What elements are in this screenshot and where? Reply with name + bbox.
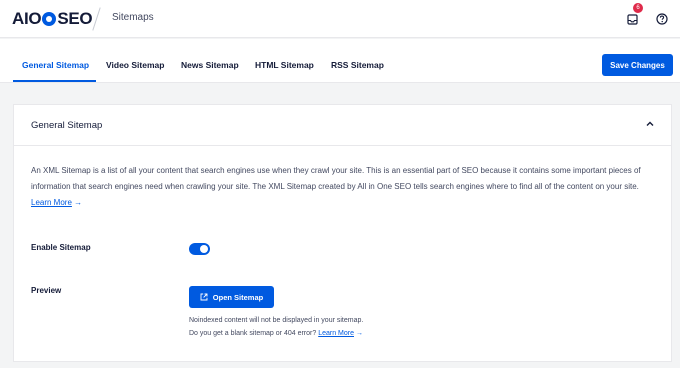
open-sitemap-label: Open Sitemap	[212, 292, 264, 302]
card-title: General Sitemap	[31, 120, 103, 131]
logo-text-seo: SEO	[57, 9, 93, 28]
blank-sitemap-note: Do you get a blank sitemap or 404 error?…	[189, 330, 363, 337]
notifications-button[interactable]: 6	[623, 3, 643, 28]
breadcrumb: Sitemaps	[112, 12, 154, 23]
card-header[interactable]: General Sitemap	[14, 105, 671, 146]
tab-news-sitemap[interactable]: News Sitemap	[181, 60, 239, 70]
description-text: An XML Sitemap is a list of all your con…	[31, 166, 641, 191]
general-sitemap-card: General Sitemap An XML Sitemap is a list…	[13, 104, 672, 362]
help-button[interactable]	[653, 10, 671, 28]
aioseo-logo[interactable]: AIO SEO	[12, 9, 93, 29]
tab-video-sitemap[interactable]: Video Sitemap	[106, 60, 164, 70]
tabs-bar: General Sitemap Video Sitemap News Sitem…	[0, 39, 680, 83]
arrow-right-icon: →	[74, 198, 83, 207]
open-sitemap-button[interactable]: Open Sitemap	[189, 286, 274, 308]
preview-label: Preview	[31, 286, 62, 295]
enable-sitemap-toggle[interactable]	[189, 243, 210, 255]
blank-sitemap-text: Do you get a blank sitemap or 404 error?	[189, 330, 317, 337]
inbox-icon	[626, 13, 638, 25]
breadcrumb-separator	[92, 7, 101, 31]
tab-general-sitemap[interactable]: General Sitemap	[22, 60, 89, 70]
active-tab-indicator	[13, 80, 96, 82]
noindex-note: Noindexed content will not be displayed …	[189, 317, 364, 324]
tab-rss-sitemap[interactable]: RSS Sitemap	[331, 60, 384, 70]
logo-gear-icon	[42, 12, 57, 26]
learn-more-link[interactable]: Learn More	[31, 198, 72, 207]
sitemap-description: An XML Sitemap is a list of all your con…	[31, 163, 659, 211]
note-arrow-right-icon: →	[355, 330, 363, 337]
save-changes-button[interactable]: Save Changes	[602, 54, 673, 76]
chevron-up-icon[interactable]	[644, 118, 656, 130]
logo-text-aio: AIO	[12, 9, 42, 28]
top-bar: AIO SEO Sitemaps 6	[0, 0, 680, 38]
note-learn-more-link[interactable]: Learn More	[318, 330, 354, 337]
notification-count-badge: 6	[633, 3, 643, 13]
toggle-knob	[200, 245, 208, 253]
external-link-icon	[200, 293, 208, 301]
help-icon	[656, 13, 668, 25]
tab-html-sitemap[interactable]: HTML Sitemap	[255, 60, 314, 70]
enable-sitemap-label: Enable Sitemap	[31, 243, 91, 252]
